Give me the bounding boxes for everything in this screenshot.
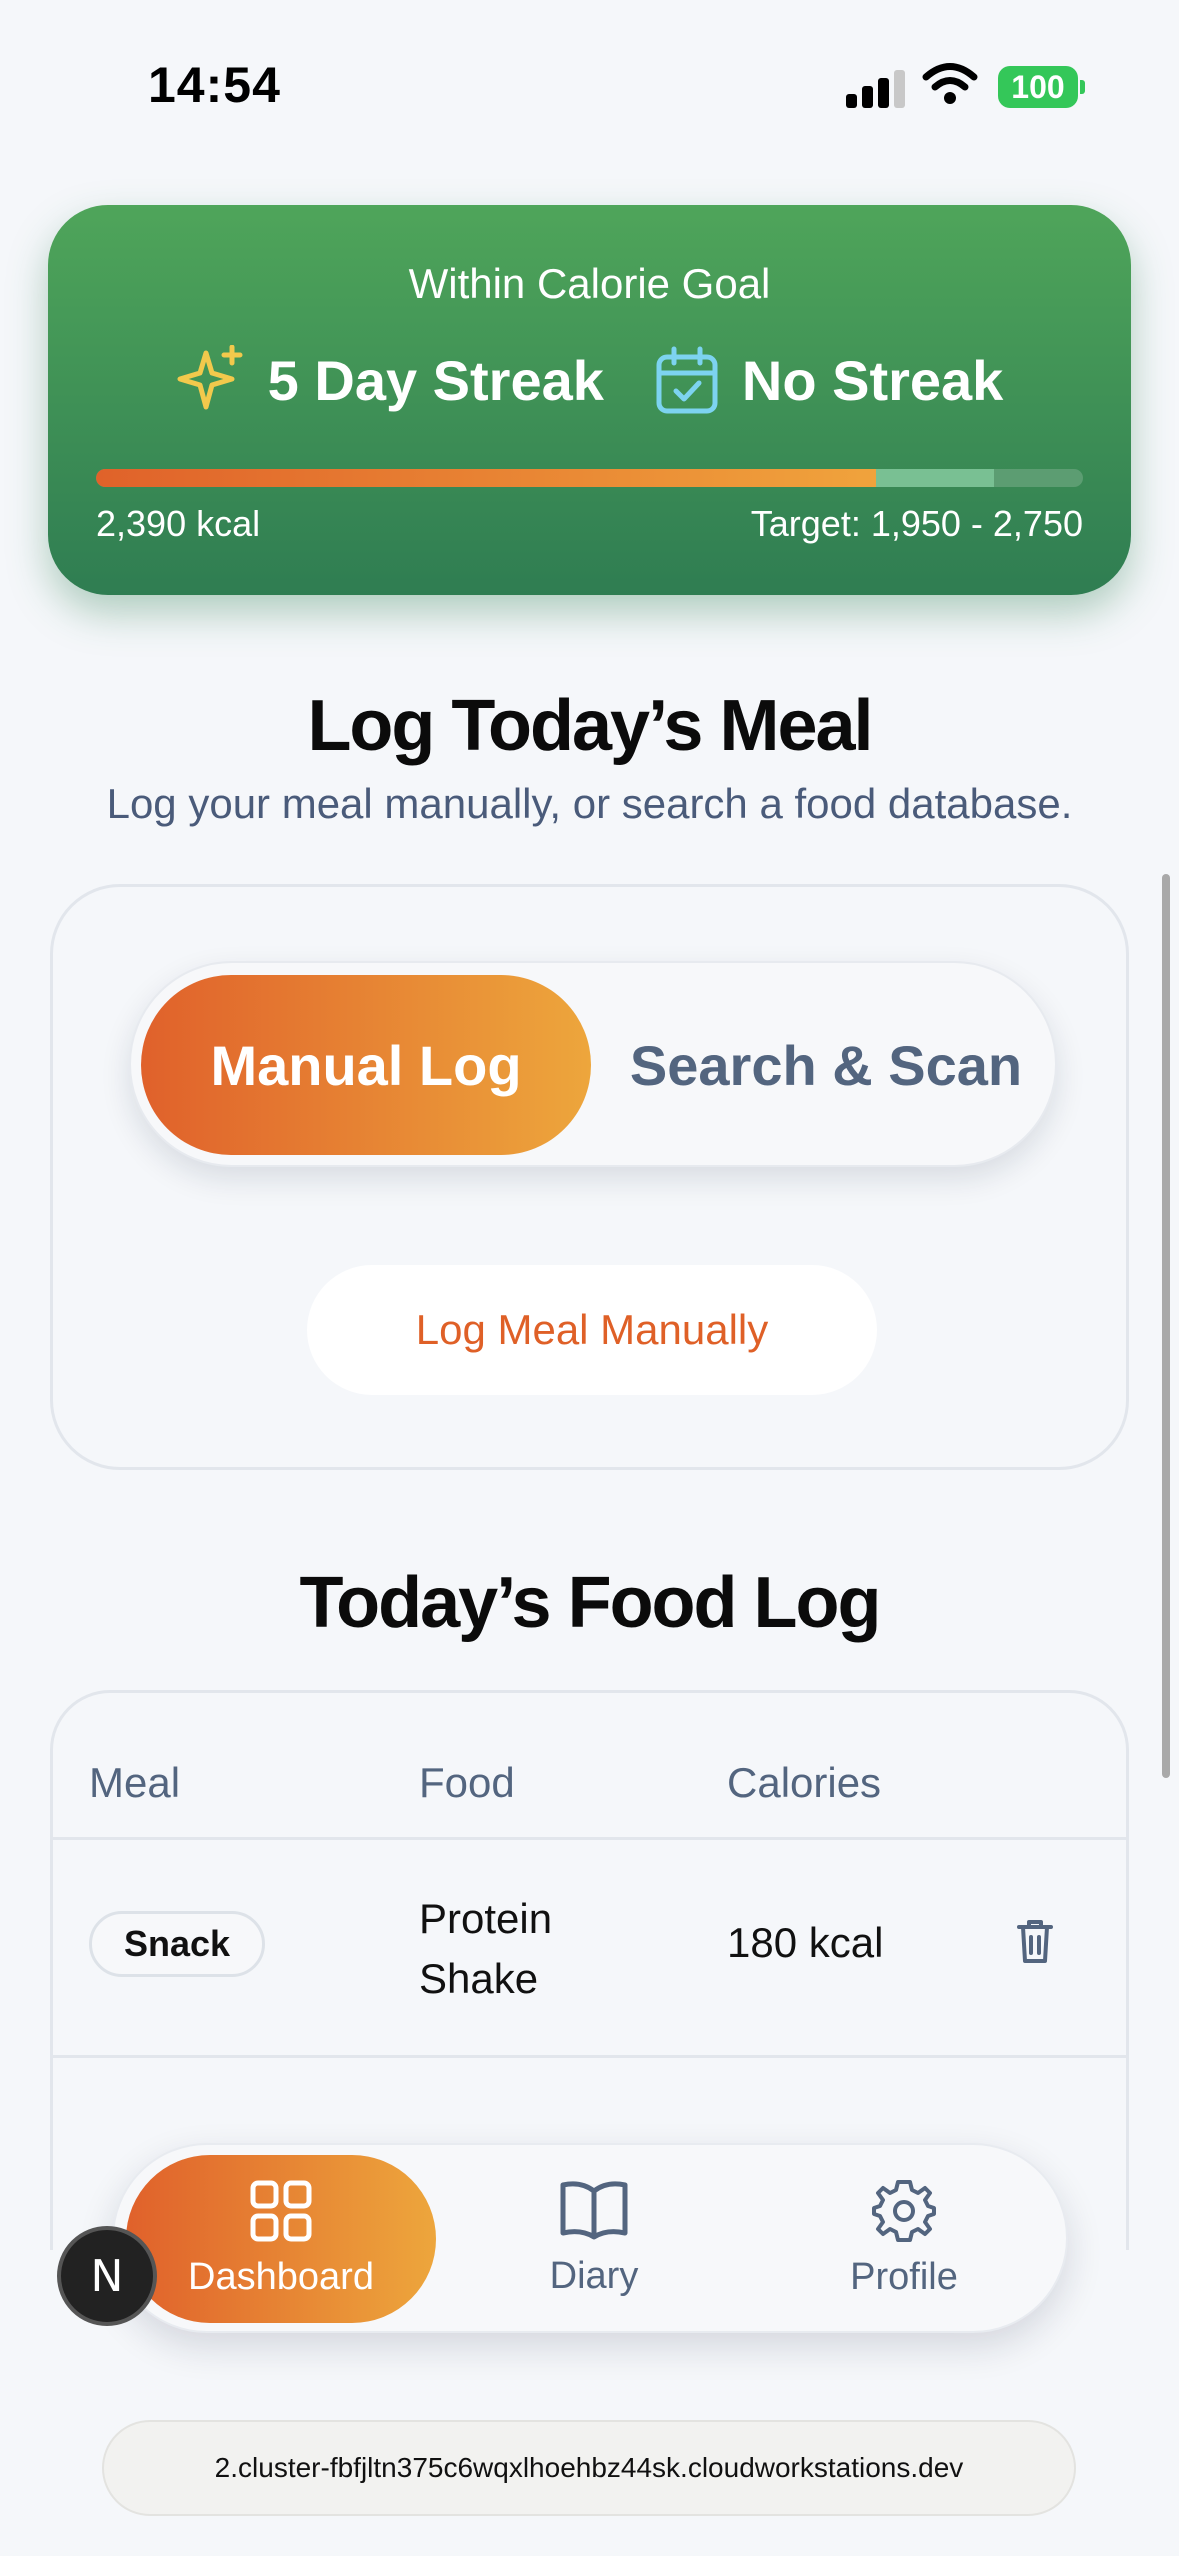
calorie-progress-bar [96, 469, 1083, 487]
header-divider [53, 1837, 1126, 1840]
nav-dashboard[interactable]: Dashboard [126, 2155, 436, 2323]
nav-diary[interactable]: Diary [444, 2145, 744, 2331]
food-name: Protein Shake [419, 1895, 553, 2002]
scrollbar[interactable] [1162, 874, 1170, 1778]
log-meal-manually-button[interactable]: Log Meal Manually [307, 1265, 877, 1395]
no-streak-label: No Streak [741, 348, 1004, 412]
streak-row: 5 Day Streak No Streak [48, 345, 1131, 415]
calories-consumed: 2,390 kcal [96, 503, 261, 544]
battery-icon: 100 [998, 66, 1078, 108]
header-calories: Calories [727, 1759, 882, 1806]
trash-icon[interactable] [1015, 1917, 1055, 1965]
nav-dashboard-label: Dashboard [188, 2255, 374, 2298]
nav-profile-label: Profile [850, 2255, 958, 2298]
nav-profile[interactable]: Profile [754, 2145, 1054, 2331]
row-divider [53, 2055, 1126, 2058]
log-meal-card: Manual Log Search & Scan Log Meal Manual… [50, 884, 1129, 1470]
streak-card: Within Calorie Goal 5 Day Streak No Stre… [48, 205, 1131, 595]
status-bar: 14:54 100 [0, 0, 1179, 150]
tab-search-scan[interactable]: Search & Scan [601, 975, 1051, 1155]
header-food: Food [419, 1759, 515, 1806]
signal-icon [846, 68, 906, 108]
tab-manual-log[interactable]: Manual Log [141, 975, 591, 1155]
gear-icon [872, 2179, 936, 2242]
log-mode-toggle: Manual Log Search & Scan [129, 961, 1057, 1167]
food-log-title: Today’s Food Log [299, 1563, 882, 1643]
wifi-icon [922, 63, 978, 104]
dev-tools-badge[interactable]: N [57, 2226, 157, 2326]
sparkles-icon [177, 345, 243, 410]
header-meal: Meal [89, 1759, 181, 1806]
status-time: 14:54 [148, 57, 281, 113]
target-range [875, 469, 995, 487]
no-streak: No Streak [654, 345, 1003, 415]
log-meal-title: Log Today’s Meal [307, 686, 873, 766]
food-calories: 180 kcal [727, 1919, 884, 1966]
calorie-progress-fill [96, 469, 876, 487]
calendar-check-icon [656, 346, 718, 414]
bottom-nav: Dashboard Diary Profile [112, 2143, 1068, 2333]
book-icon [560, 2180, 628, 2239]
day-streak: 5 Day Streak [176, 345, 604, 415]
day-streak-label: 5 Day Streak [267, 348, 604, 412]
streak-title: Within Calorie Goal [408, 260, 771, 307]
log-meal-subtitle: Log your meal manually, or search a food… [106, 780, 1073, 827]
nav-diary-label: Diary [549, 2254, 639, 2297]
address-bar[interactable]: 2.cluster-fbfjltn375c6wqxlhoehbz44sk.clo… [102, 2420, 1076, 2516]
meal-badge: Snack [89, 1911, 265, 1977]
calorie-target: Target: 1,950 - 2,750 [750, 503, 1083, 544]
grid-icon [250, 2180, 312, 2241]
battery-tip [1080, 80, 1085, 94]
